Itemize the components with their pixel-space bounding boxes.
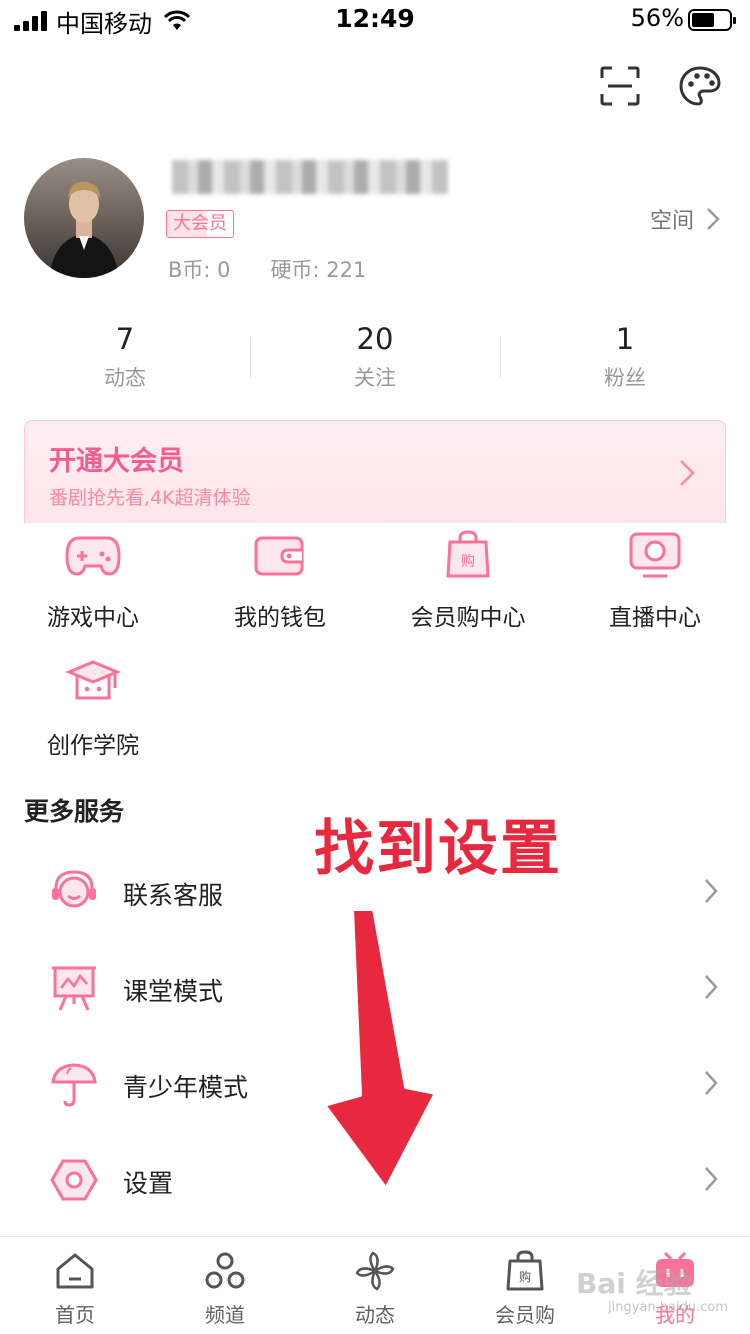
chevron-right-icon — [705, 879, 718, 903]
stat-label: 关注 — [354, 366, 396, 390]
divider — [500, 337, 501, 377]
menu-label: 联系客服 — [123, 881, 224, 910]
vip-banner-title: 开通大会员 — [49, 446, 184, 477]
service-label: 游戏中心 — [47, 605, 139, 631]
stat-fans[interactable]: 1 粉丝 — [500, 320, 750, 400]
chevron-right-icon — [705, 1071, 718, 1095]
status-bar: 中国移动 12:49 56% — [0, 0, 750, 40]
annotation-text: 找到设置 — [314, 814, 562, 884]
stat-dynamics[interactable]: 7 动态 — [0, 320, 250, 400]
coin-balances: B币: 0 硬币: 221 — [168, 254, 366, 284]
battery-icon — [688, 9, 736, 31]
service-label: 会员购中心 — [410, 605, 526, 631]
vip-banner-subtitle: 番剧抢先看,4K超清体验 — [49, 487, 251, 509]
graduation-cap-icon — [65, 660, 121, 700]
palette-icon[interactable] — [678, 64, 722, 108]
service-label: 直播中心 — [609, 605, 701, 631]
space-link-label: 空间 — [649, 209, 694, 234]
b-coin-balance: B币: 0 — [168, 258, 231, 282]
vip-badge: 大会员 — [166, 210, 234, 238]
service-wallet[interactable]: 我的钱包 — [187, 530, 373, 632]
settings-hexagon-icon — [50, 1159, 98, 1201]
umbrella-icon — [51, 1063, 97, 1107]
service-live-center[interactable]: 直播中心 — [562, 530, 748, 632]
stat-label: 动态 — [104, 366, 146, 390]
tab-label: 会员购 — [495, 1303, 555, 1327]
live-tv-icon — [629, 532, 681, 578]
gamepad-icon — [65, 536, 121, 576]
menu-label: 设置 — [123, 1169, 174, 1198]
tab-label: 动态 — [355, 1303, 395, 1327]
tab-label: 首页 — [55, 1303, 95, 1327]
chevron-right-icon — [705, 1167, 718, 1191]
shopping-bag-icon: 购 — [446, 530, 490, 578]
pinwheel-icon — [355, 1251, 395, 1291]
svg-text:购: 购 — [461, 554, 475, 570]
chevron-right-icon — [680, 460, 695, 486]
stat-value: 7 — [115, 322, 135, 356]
tab-channels[interactable]: 频道 — [150, 1237, 300, 1334]
service-game-center[interactable]: 游戏中心 — [0, 530, 186, 632]
service-creator-academy[interactable]: 创作学院 — [0, 658, 186, 760]
tab-label: 频道 — [205, 1303, 245, 1327]
service-label: 创作学院 — [47, 733, 139, 759]
stat-value: 1 — [615, 322, 635, 356]
headset-icon — [52, 870, 96, 908]
shopping-bag-icon: 购 — [506, 1250, 544, 1291]
vip-banner[interactable]: 开通大会员 番剧抢先看,4K超清体验 — [24, 420, 726, 540]
chevron-right-icon — [707, 208, 720, 230]
stat-following[interactable]: 20 关注 — [250, 320, 500, 400]
more-services-title: 更多服务 — [24, 797, 125, 826]
tab-dynamics[interactable]: 动态 — [300, 1237, 450, 1334]
watermark: Bai 经验 — [576, 1267, 692, 1300]
tab-home[interactable]: 首页 — [0, 1237, 150, 1334]
chevron-right-icon — [705, 975, 718, 999]
watermark-url: jingyan.baidu.com — [608, 1300, 728, 1315]
avatar[interactable] — [24, 158, 144, 278]
arrow-down-icon — [322, 907, 438, 1191]
battery-percentage: 56% — [630, 4, 684, 32]
divider — [250, 337, 251, 377]
hard-coin-balance: 硬币: 221 — [270, 258, 367, 282]
stat-label: 粉丝 — [604, 366, 646, 390]
space-link[interactable]: 空间 — [650, 203, 720, 235]
svg-text:购: 购 — [519, 1269, 531, 1284]
menu-label: 青少年模式 — [123, 1073, 249, 1102]
username-blurred — [172, 160, 448, 194]
scan-icon[interactable] — [598, 64, 642, 108]
service-vip-mall[interactable]: 购 会员购中心 — [375, 530, 561, 632]
profile-stats: 7 动态 20 关注 1 粉丝 — [0, 320, 750, 400]
service-label: 我的钱包 — [234, 605, 326, 631]
presentation-board-icon — [52, 966, 96, 1011]
stat-value: 20 — [356, 322, 394, 356]
menu-label: 课堂模式 — [123, 977, 224, 1006]
wallet-icon — [254, 536, 304, 576]
home-icon — [56, 1253, 94, 1289]
channels-icon — [205, 1252, 245, 1289]
